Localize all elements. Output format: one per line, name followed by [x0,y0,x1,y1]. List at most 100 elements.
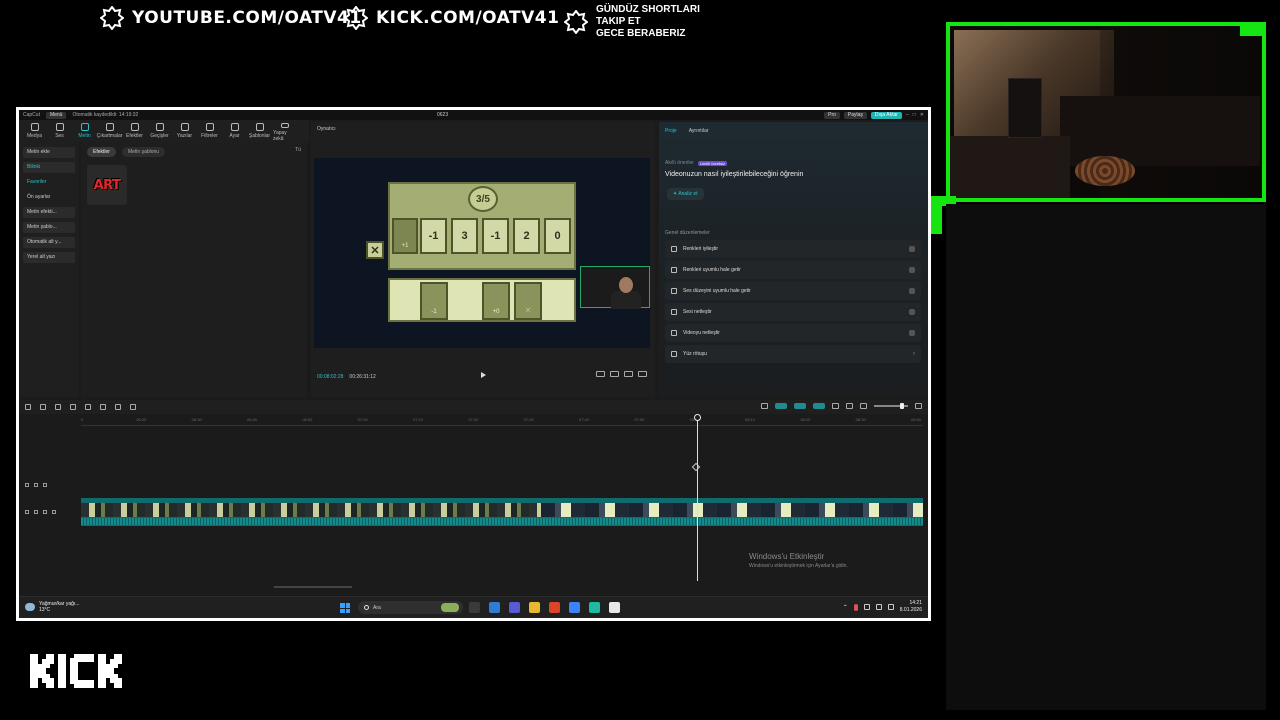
toolbar-item[interactable]: Medya [23,120,46,142]
volume-icon[interactable] [875,604,882,610]
filter-dropdown[interactable]: Tü [295,147,301,157]
toolbar-item[interactable]: Çıkartmalar [97,120,122,142]
clock[interactable]: 14:21 8.01.2026 [900,600,922,614]
toolbar-item[interactable]: Geçişler [148,120,171,142]
zoom-slider[interactable] [874,403,908,409]
eye-icon[interactable] [43,510,47,514]
option-toggle[interactable] [909,288,915,294]
option-toggle[interactable] [909,246,915,252]
play-icon[interactable] [481,372,486,378]
weather-widget[interactable]: Yağmur/kar yağı... 13°C [25,601,79,613]
option-toggle[interactable] [909,330,915,336]
zoom-knob[interactable] [900,403,904,409]
settings-icon[interactable] [832,403,839,409]
zoom-fit-icon[interactable] [915,403,922,409]
video-clip[interactable] [81,498,923,526]
toolbar-item[interactable]: Yapay zekâ [273,120,296,142]
delete-icon[interactable] [115,404,121,410]
horizontal-scrollbar[interactable] [274,586,352,588]
lock-icon[interactable] [34,483,38,487]
network-icon[interactable] [863,604,870,610]
taskbar-app-icon[interactable] [549,602,560,613]
snap-icon[interactable] [794,403,806,409]
pro-button[interactable]: Pro [824,111,840,119]
tab-details[interactable]: Ayrıntılar [689,128,709,134]
preview-axis-icon[interactable] [813,403,825,409]
nav-item[interactable]: Bilinki [23,162,75,173]
crop-icon[interactable] [610,371,619,377]
split-icon[interactable] [70,404,76,410]
nav-item[interactable]: Metin şablo... [23,222,75,233]
eye-icon[interactable] [43,483,47,487]
taskbar-app-icon[interactable] [489,602,500,613]
track-icon[interactable] [25,483,29,487]
mic-icon[interactable] [853,603,858,611]
option-toggle[interactable] [909,267,915,273]
toolbar-item[interactable]: Yazılar [173,120,196,142]
battery-icon[interactable] [887,604,894,610]
edit-option[interactable]: Renkleri uyumlu hale getir [665,261,921,279]
toolbar-item[interactable]: Efektler [123,120,146,142]
edit-option[interactable]: Renkleri iyileştir [665,240,921,258]
nav-item[interactable]: Favoriler [23,177,75,188]
windows-start-icon[interactable] [340,603,350,613]
option-toggle[interactable] [909,309,915,315]
edit-option[interactable]: Ses düzeyini uyumlu hale getir [665,282,921,300]
mic-icon[interactable] [761,403,768,409]
ratio-icon[interactable] [596,371,605,377]
edit-option[interactable]: Sesi netleştir [665,303,921,321]
toolbar-item[interactable]: Ses [48,120,71,142]
taskbar-app-icon[interactable] [529,602,540,613]
undo-icon[interactable] [40,404,46,410]
nav-item[interactable]: Metin ekle [23,147,75,158]
fullscreen-icon[interactable] [638,371,647,377]
nav-item[interactable]: Otomatik alt y... [23,237,75,248]
tab-effects[interactable]: Efektler [87,147,116,157]
toolbar-item[interactable]: Filtreler [198,120,221,142]
toolbar-item[interactable]: Ayar [223,120,246,142]
tab-text-template[interactable]: Metin şablonu [121,147,166,157]
link-icon[interactable] [775,403,787,409]
taskbar-app-icon[interactable] [469,602,480,613]
caption-icon[interactable] [846,403,853,409]
menu-button[interactable]: Menü [45,111,67,119]
art-effect-tile[interactable]: ART [87,165,127,205]
share-button[interactable]: Paylaş [843,111,867,119]
keyframe-marker[interactable] [691,462,701,472]
edit-option[interactable]: Yüz rötuşu › [665,345,921,363]
redo-icon[interactable] [55,404,61,410]
timeline[interactable]: 0 06:20 06:30 06:40 06:50 07:00 07:10 07:20 07:3… [19,414,928,594]
toolbar-item[interactable]: Şablonlar [248,120,271,142]
taskbar-app-icon[interactable] [589,602,600,613]
chevron-up-icon[interactable]: ⌃ [843,604,848,611]
trim-left-icon[interactable] [85,404,91,410]
toolbar-item[interactable]: Metin [73,120,96,142]
playhead-handle[interactable] [694,414,701,421]
trim-right-icon[interactable] [100,404,106,410]
playhead[interactable] [697,416,698,581]
nav-item[interactable]: Ön ayarlar [23,192,75,203]
kick-logo [30,654,122,688]
audio-icon[interactable] [52,510,56,514]
export-button[interactable]: Dışa Aktar [870,111,902,119]
shield-icon[interactable] [130,404,136,410]
close-icon[interactable]: ✕ [920,112,924,118]
maximize-icon[interactable]: □ [913,112,916,118]
zoom-out-icon[interactable] [860,403,867,409]
tab-project[interactable]: Proje [665,128,677,134]
lock-icon[interactable] [34,510,38,514]
taskbar-app-icon[interactable] [569,602,580,613]
nav-item[interactable]: Yerel alt yazı [23,252,75,263]
taskbar-search[interactable]: Ara [358,601,463,614]
chevron-right-icon[interactable]: › [913,351,915,357]
analyze-button[interactable]: ✦ Analiz et [667,188,704,200]
minimize-icon[interactable]: – [906,112,909,118]
track-icon[interactable] [25,510,29,514]
taskbar-app-icon[interactable] [609,602,620,613]
nav-item[interactable]: Metin efekti... [23,207,75,218]
quality-icon[interactable] [624,371,633,377]
taskbar-app-icon[interactable] [509,602,520,613]
select-icon[interactable] [25,404,31,410]
edit-option[interactable]: Videoyu netleştir [665,324,921,342]
video-preview[interactable]: 3/5 +1 -1 3 -1 2 0 ✕ -1 +0 ⤫ [314,158,650,348]
